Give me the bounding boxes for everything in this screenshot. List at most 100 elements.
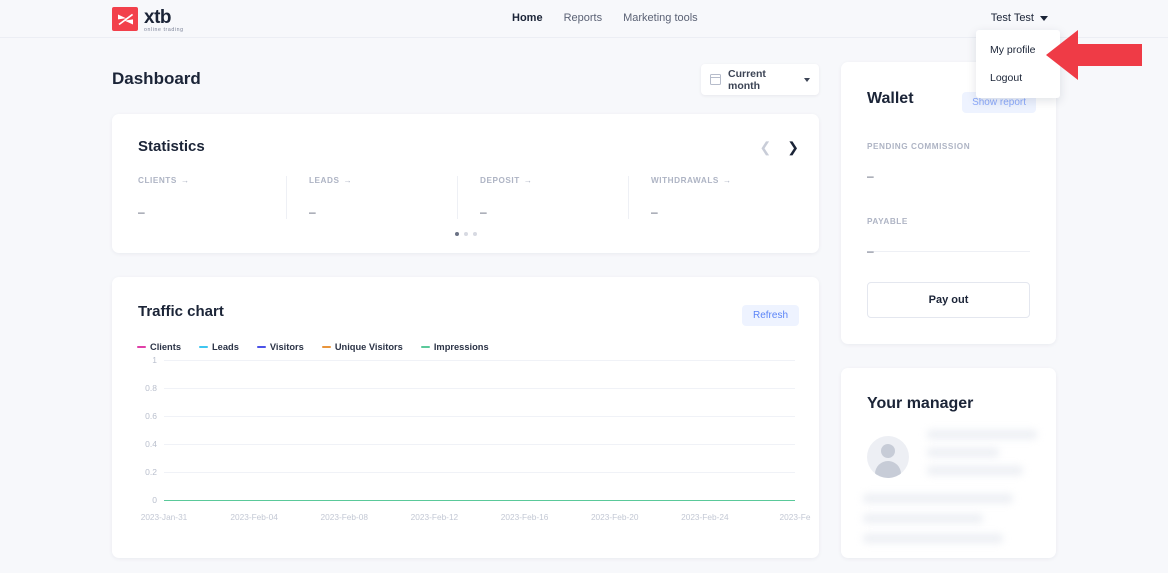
legend-item[interactable]: Clients	[137, 342, 181, 352]
stat-label-text: WITHDRAWALS	[651, 176, 719, 185]
stat-label: CLIENTS →	[138, 176, 286, 185]
avatar-body-shape	[875, 461, 901, 478]
logo-wordmark: xtb	[144, 8, 184, 27]
stat-label: WITHDRAWALS →	[651, 176, 799, 185]
avatar-head-shape	[881, 444, 895, 458]
chart-x-tick-label: 2023-Feb-24	[681, 512, 729, 522]
legend-label: Impressions	[434, 342, 489, 352]
legend-color-swatch	[421, 346, 430, 348]
wallet-title: Wallet	[867, 90, 914, 108]
statistics-carousel-nav: ❮ ❯	[760, 140, 799, 154]
legend-label: Leads	[212, 342, 239, 352]
stat-label-text: DEPOSIT	[480, 176, 520, 185]
stat-leads[interactable]: LEADS → –	[286, 176, 457, 219]
legend-item[interactable]: Visitors	[257, 342, 304, 352]
stat-value: –	[651, 205, 799, 219]
legend-item[interactable]: Leads	[199, 342, 239, 352]
legend-label: Unique Visitors	[335, 342, 403, 352]
wallet-pending-label: PENDING COMMISSION	[867, 142, 1030, 151]
legend-item[interactable]: Impressions	[421, 342, 489, 352]
wallet-payable-value: –	[867, 244, 1030, 258]
legend-color-swatch	[257, 346, 266, 348]
chart-y-tick-label: 0.2	[137, 467, 157, 477]
wallet-card: Wallet Show report PENDING COMMISSION – …	[841, 62, 1056, 344]
manager-detail-redacted	[863, 534, 1003, 543]
legend-item[interactable]: Unique Visitors	[322, 342, 403, 352]
chart-x-tick-label: 2023-Feb-16	[501, 512, 549, 522]
legend-label: Visitors	[270, 342, 304, 352]
legend-color-swatch	[199, 346, 208, 348]
chart-x-tick-label: 2023-Feb-20	[591, 512, 639, 522]
stat-label: LEADS →	[309, 176, 457, 185]
chart-x-axis-labels: 2023-Jan-31 2023-Feb-04 2023-Feb-08 2023-Fe…	[137, 512, 802, 526]
chevron-down-icon	[804, 78, 810, 82]
chart-x-tick-label: 2023-Feb-04	[230, 512, 278, 522]
pay-out-button[interactable]: Pay out	[867, 282, 1030, 318]
stat-value: –	[480, 205, 628, 219]
chart-y-tick-label: 0.4	[137, 439, 157, 449]
nav-item-marketing-tools[interactable]: Marketing tools	[623, 12, 698, 24]
chevron-right-icon[interactable]: ❯	[787, 140, 799, 154]
traffic-chart-title: Traffic chart	[138, 303, 224, 320]
stat-value: –	[309, 205, 457, 219]
stat-label-text: CLIENTS	[138, 176, 177, 185]
xtb-logo-mark-icon	[112, 7, 138, 31]
statistics-card: Statistics ❮ ❯ CLIENTS → – LEADS → – DEPOS…	[112, 114, 819, 253]
nav-item-reports[interactable]: Reports	[564, 12, 603, 24]
dashboard-page: xtb online trading Home Reports Marketin…	[0, 0, 1168, 573]
chart-legend: Clients Leads Visitors Unique Visitors Impre…	[137, 342, 489, 352]
manager-detail-redacted	[863, 494, 1013, 503]
chart-x-tick-label: 2023-Feb-12	[411, 512, 459, 522]
main-nav: Home Reports Marketing tools	[512, 12, 698, 24]
carousel-dot[interactable]	[455, 232, 459, 236]
chart-gridline	[164, 416, 795, 417]
wallet-payable-label: PAYABLE	[867, 217, 1030, 226]
chart-gridline	[164, 472, 795, 473]
manager-detail-redacted	[863, 514, 983, 523]
user-menu-button[interactable]: Test Test	[991, 12, 1048, 24]
arrow-right-icon: →	[524, 176, 533, 185]
stat-deposit[interactable]: DEPOSIT → –	[457, 176, 628, 219]
statistics-grid: CLIENTS → – LEADS → – DEPOSIT → – WITHDRAWA…	[138, 176, 799, 219]
chart-zero-series-line	[164, 500, 795, 501]
red-arrow-annotation	[1046, 27, 1142, 88]
legend-color-swatch	[322, 346, 331, 348]
statistics-title: Statistics	[138, 138, 205, 155]
arrow-right-icon: →	[181, 176, 190, 185]
legend-color-swatch	[137, 346, 146, 348]
chart-plot-area: 2023-Jan-31 2023-Feb-04 2023-Feb-08 2023-Fe…	[137, 360, 802, 532]
manager-title: Your manager	[867, 395, 973, 413]
carousel-dot[interactable]	[464, 232, 468, 236]
chevron-left-icon[interactable]: ❮	[760, 140, 772, 154]
stat-value: –	[138, 205, 286, 219]
carousel-dot[interactable]	[473, 232, 477, 236]
carousel-pagination-dots[interactable]	[112, 232, 819, 236]
stat-label-text: LEADS	[309, 176, 340, 185]
logo-tagline: online trading	[144, 28, 184, 33]
wallet-payable: PAYABLE –	[867, 217, 1030, 258]
calendar-icon	[710, 74, 721, 85]
chart-x-tick-label: 2023-Feb-08	[321, 512, 369, 522]
arrow-right-icon: →	[344, 176, 353, 185]
wallet-pending-value: –	[867, 169, 1030, 183]
manager-detail-redacted	[927, 430, 1037, 439]
user-name-label: Test Test	[991, 12, 1034, 24]
xtb-logo[interactable]: xtb online trading	[112, 7, 184, 33]
nav-item-home[interactable]: Home	[512, 12, 543, 24]
chart-y-tick-label: 0	[137, 495, 157, 505]
chart-x-tick-label: 2023-Jan-31	[141, 512, 188, 522]
chart-y-tick-label: 0.8	[137, 383, 157, 393]
page-title: Dashboard	[112, 69, 201, 89]
manager-detail-redacted	[927, 466, 1023, 475]
legend-label: Clients	[150, 342, 181, 352]
date-range-picker[interactable]: Current month	[701, 64, 819, 95]
user-avatar-icon	[867, 436, 909, 478]
chart-x-tick-label: 2023-Fe	[780, 512, 811, 522]
stat-withdrawals[interactable]: WITHDRAWALS → –	[628, 176, 799, 219]
chart-gridline	[164, 444, 795, 445]
stat-clients[interactable]: CLIENTS → –	[138, 176, 286, 219]
your-manager-card: Your manager	[841, 368, 1056, 558]
arrow-right-icon: →	[723, 176, 732, 185]
wallet-pending-commission: PENDING COMMISSION –	[867, 142, 1030, 183]
refresh-button[interactable]: Refresh	[742, 305, 799, 326]
